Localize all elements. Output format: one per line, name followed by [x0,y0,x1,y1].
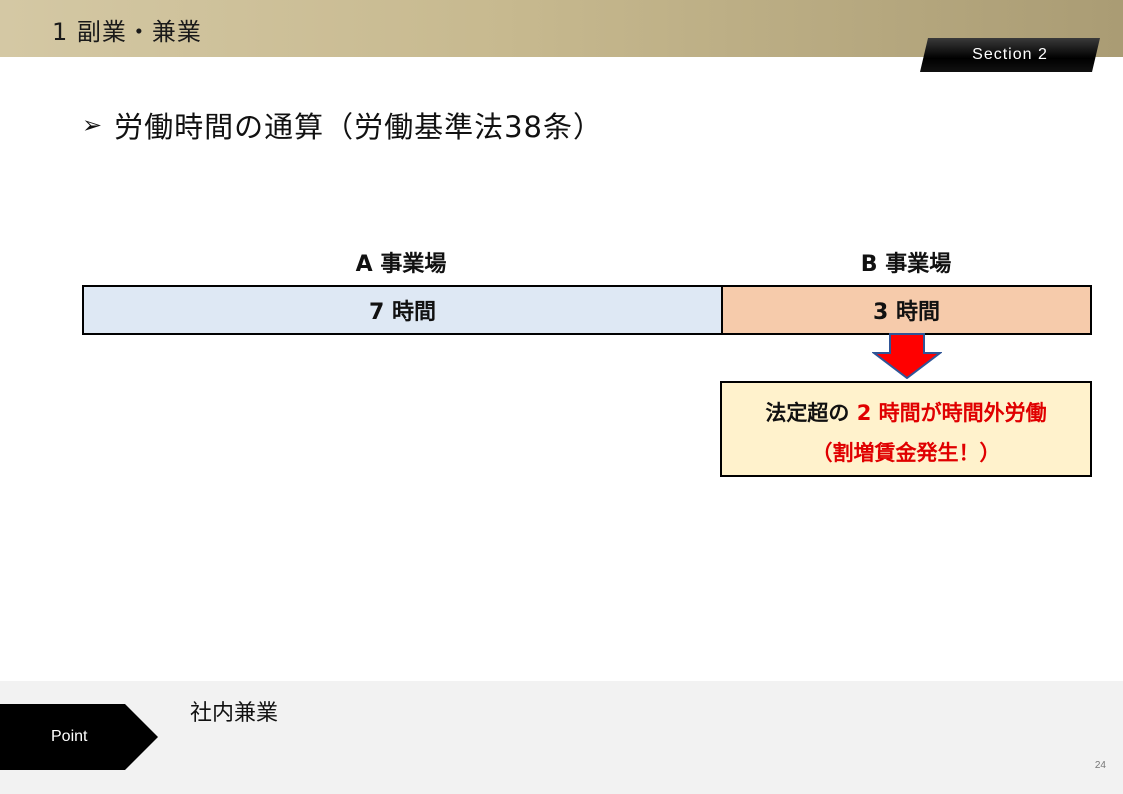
slide-heading-text: 労働時間の通算（労働基準法38条） [114,110,604,144]
section-badge: Section 2 [920,38,1100,72]
workplace-a-hours: 7 時間 [84,287,723,333]
header-title: 1 副業・兼業 [52,18,202,46]
right-arrowhead-icon: ➢ [82,111,103,139]
hours-bar: 7 時間 3 時間 [82,285,1092,335]
workplace-b-hours: 3 時間 [723,287,1090,333]
overtime-hours: 2 時間 [856,401,921,425]
overtime-suffix: が時間外労働 [920,401,1047,425]
workplace-b-label: B 事業場 [860,252,952,277]
section-badge-label: Section 2 [972,46,1048,63]
down-arrow-icon [872,333,942,379]
workplace-a-label: A 事業場 [355,252,447,277]
overtime-prefix: 法定超の [765,401,857,425]
overtime-box: 法定超の 2 時間が時間外労働 （割増賃金発生！） [720,381,1092,477]
overtime-statement: 法定超の 2 時間が時間外労働 [722,397,1090,427]
page-number: 24 [1094,760,1106,771]
overtime-note: （割増賃金発生！） [811,441,1001,465]
point-tag: Point [0,704,158,770]
point-label: Point [51,728,88,745]
bottom-bar [0,681,1123,794]
slide-heading: ➢ 労働時間の通算（労働基準法38条） [82,104,603,146]
point-text: 社内兼業 [190,701,279,726]
